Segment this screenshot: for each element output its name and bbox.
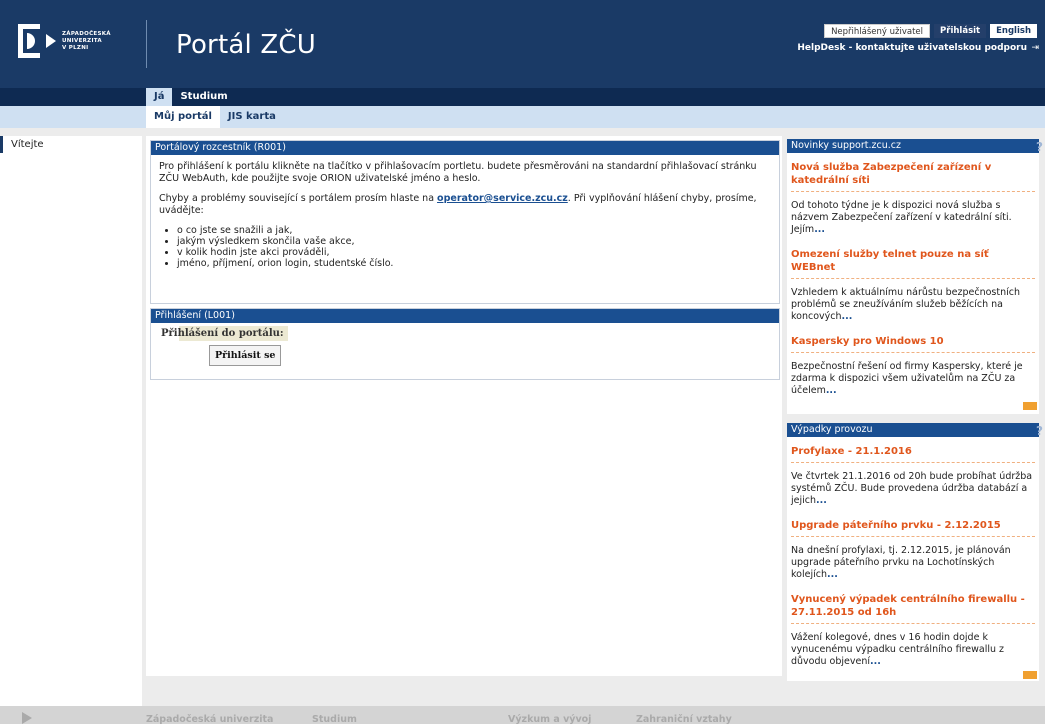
portal-title: Portál ZČU — [176, 30, 316, 60]
prihlasit-se-button[interactable]: Přihlásit se — [209, 345, 282, 366]
error-report-paragraph: Chyby a problémy související s portálem … — [159, 193, 771, 217]
more-link[interactable]: ... — [842, 311, 853, 322]
sidebar-item-vitejte[interactable]: Vítejte — [0, 136, 142, 153]
sub-nav: Můj portál JIS karta — [0, 106, 1045, 128]
portlet-title: Výpadky provozu — [791, 424, 873, 435]
logo-mark-icon — [18, 24, 40, 58]
footer: Západočeská univerzita Studium Výzkum a … — [0, 706, 1045, 724]
rss-icon[interactable] — [1023, 671, 1037, 679]
outage-text: Ve čtvrtek 21.1.2016 od 20h bude probíha… — [791, 471, 1035, 507]
tab-jis-karta[interactable]: JIS karta — [220, 106, 284, 128]
tab-muj-portal[interactable]: Můj portál — [146, 106, 220, 128]
footer-link-zahranici[interactable]: Zahraniční vztahy — [636, 714, 732, 724]
outage-summary: Na dnešní profylaxi, tj. 2.12.2015, je p… — [791, 545, 1011, 580]
news-title-link[interactable]: Nová služba Zabezpečení zařízení v kated… — [791, 161, 1035, 187]
list-item: jakým výsledkem skončila vaše akce, — [177, 236, 771, 247]
login-label: Přihlášení do portálu: — [159, 326, 288, 341]
main-content: Portálový rozcestník (R001) Pro přihláše… — [146, 136, 782, 676]
portlet-title: Novinky support.zcu.cz — [791, 140, 901, 151]
text: Chyby a problémy související s portálem … — [159, 193, 438, 204]
outage-text: Vážení kolegové, dnes v 16 hodin dojde k… — [791, 632, 1035, 668]
tab-ja[interactable]: Já — [146, 88, 173, 106]
news-title-link[interactable]: Kaspersky pro Windows 10 — [791, 335, 1035, 348]
more-link[interactable]: ... — [827, 569, 838, 580]
outage-summary: Ve čtvrtek 21.1.2016 od 20h bude probíha… — [791, 471, 1033, 506]
header-divider — [146, 20, 147, 68]
divider — [791, 623, 1035, 624]
outage-title-link[interactable]: Upgrade páteřního prvku - 2.12.2015 — [791, 519, 1035, 532]
news-summary: Vzhledem k aktuálnímu nárůstu bezpečnost… — [791, 287, 1021, 322]
divider — [791, 536, 1035, 537]
help-icon[interactable]: ? — [1036, 140, 1043, 154]
portlet-vypadky: Výpadky provozu ? Profylaxe - 21.1.2016 … — [787, 423, 1043, 681]
outage-text: Na dnešní profylaxi, tj. 2.12.2015, je p… — [791, 545, 1035, 581]
portlet-novinky: Novinky support.zcu.cz ? Nová služba Zab… — [787, 139, 1043, 414]
outage-title-link[interactable]: Profylaxe - 21.1.2016 — [791, 445, 1035, 458]
tab-studium[interactable]: Studium — [172, 88, 235, 106]
portlet-login: Přihlášení (L001) Přihlášení do portálu:… — [150, 308, 780, 380]
news-text: Od tohoto týdne je k dispozici nová služ… — [791, 200, 1035, 236]
sidebar: Vítejte — [0, 136, 142, 706]
logout-icon[interactable]: ⇥ — [1031, 43, 1039, 53]
list-item: o co jste se snažili a jak, — [177, 225, 771, 236]
list-item: jméno, příjmení, orion login, studentské… — [177, 258, 771, 269]
main-nav: Já Studium — [0, 88, 1045, 106]
news-title-link[interactable]: Omezení služby telnet pouze na síť WEBne… — [791, 248, 1035, 274]
header: ZÁPADOČESKÁ UNIVERZITA V PLZNI Portál ZČ… — [0, 0, 1045, 88]
outage-summary: Vážení kolegové, dnes v 16 hodin dojde k… — [791, 632, 1005, 667]
helpdesk-link[interactable]: HelpDesk - kontaktujte uživatelskou podp… — [797, 43, 1027, 53]
bullet-list: o co jste se snažili a jak, jakým výsled… — [177, 225, 771, 269]
login-button[interactable]: Přihlásit — [934, 24, 987, 38]
more-link[interactable]: ... — [826, 385, 837, 396]
divider — [791, 278, 1035, 279]
outage-title-link[interactable]: Vynucený výpadek centrálního firewallu -… — [791, 593, 1035, 619]
help-icon[interactable]: ? — [1036, 424, 1043, 438]
portlet-title: Portálový rozcestník (R001) — [151, 141, 779, 155]
login-status: Nepřihlášený uživatel — [824, 24, 931, 38]
portlet-rozcestnik: Portálový rozcestník (R001) Pro přihláše… — [150, 140, 780, 304]
divider — [791, 191, 1035, 192]
rss-icon[interactable] — [1023, 402, 1037, 410]
logo-line: V PLZNI — [62, 44, 89, 51]
logo-text: ZÁPADOČESKÁ UNIVERZITA V PLZNI — [62, 31, 111, 52]
operator-email-link[interactable]: operator@service.zcu.cz — [437, 193, 568, 204]
intro-paragraph: Pro přihlášení k portálu klikněte na tla… — [159, 161, 757, 184]
footer-arrow-icon — [22, 712, 32, 724]
language-english-button[interactable]: English — [990, 24, 1037, 38]
news-text: Bezpečnostní řešení od firmy Kaspersky, … — [791, 361, 1035, 397]
list-item: v kolik hodin jste akci prováděli, — [177, 247, 771, 258]
more-link[interactable]: ... — [870, 656, 881, 667]
user-bar: Nepřihlášený uživatel Přihlásit English — [824, 24, 1037, 38]
footer-link-vyzkum[interactable]: Výzkum a vývoj — [508, 714, 591, 724]
footer-link-zcu[interactable]: Západočeská univerzita — [146, 714, 273, 724]
divider — [791, 352, 1035, 353]
logo-line: UNIVERZITA — [62, 37, 102, 44]
logo-arrow-icon — [46, 34, 56, 48]
footer-link-studium[interactable]: Studium — [312, 714, 357, 724]
zcu-logo[interactable]: ZÁPADOČESKÁ UNIVERZITA V PLZNI — [18, 24, 111, 58]
logo-line: ZÁPADOČESKÁ — [62, 30, 111, 37]
more-link[interactable]: ... — [814, 224, 825, 235]
portlet-title: Přihlášení (L001) — [151, 309, 779, 323]
divider — [791, 462, 1035, 463]
more-link[interactable]: ... — [816, 495, 827, 506]
news-text: Vzhledem k aktuálnímu nárůstu bezpečnost… — [791, 287, 1035, 323]
